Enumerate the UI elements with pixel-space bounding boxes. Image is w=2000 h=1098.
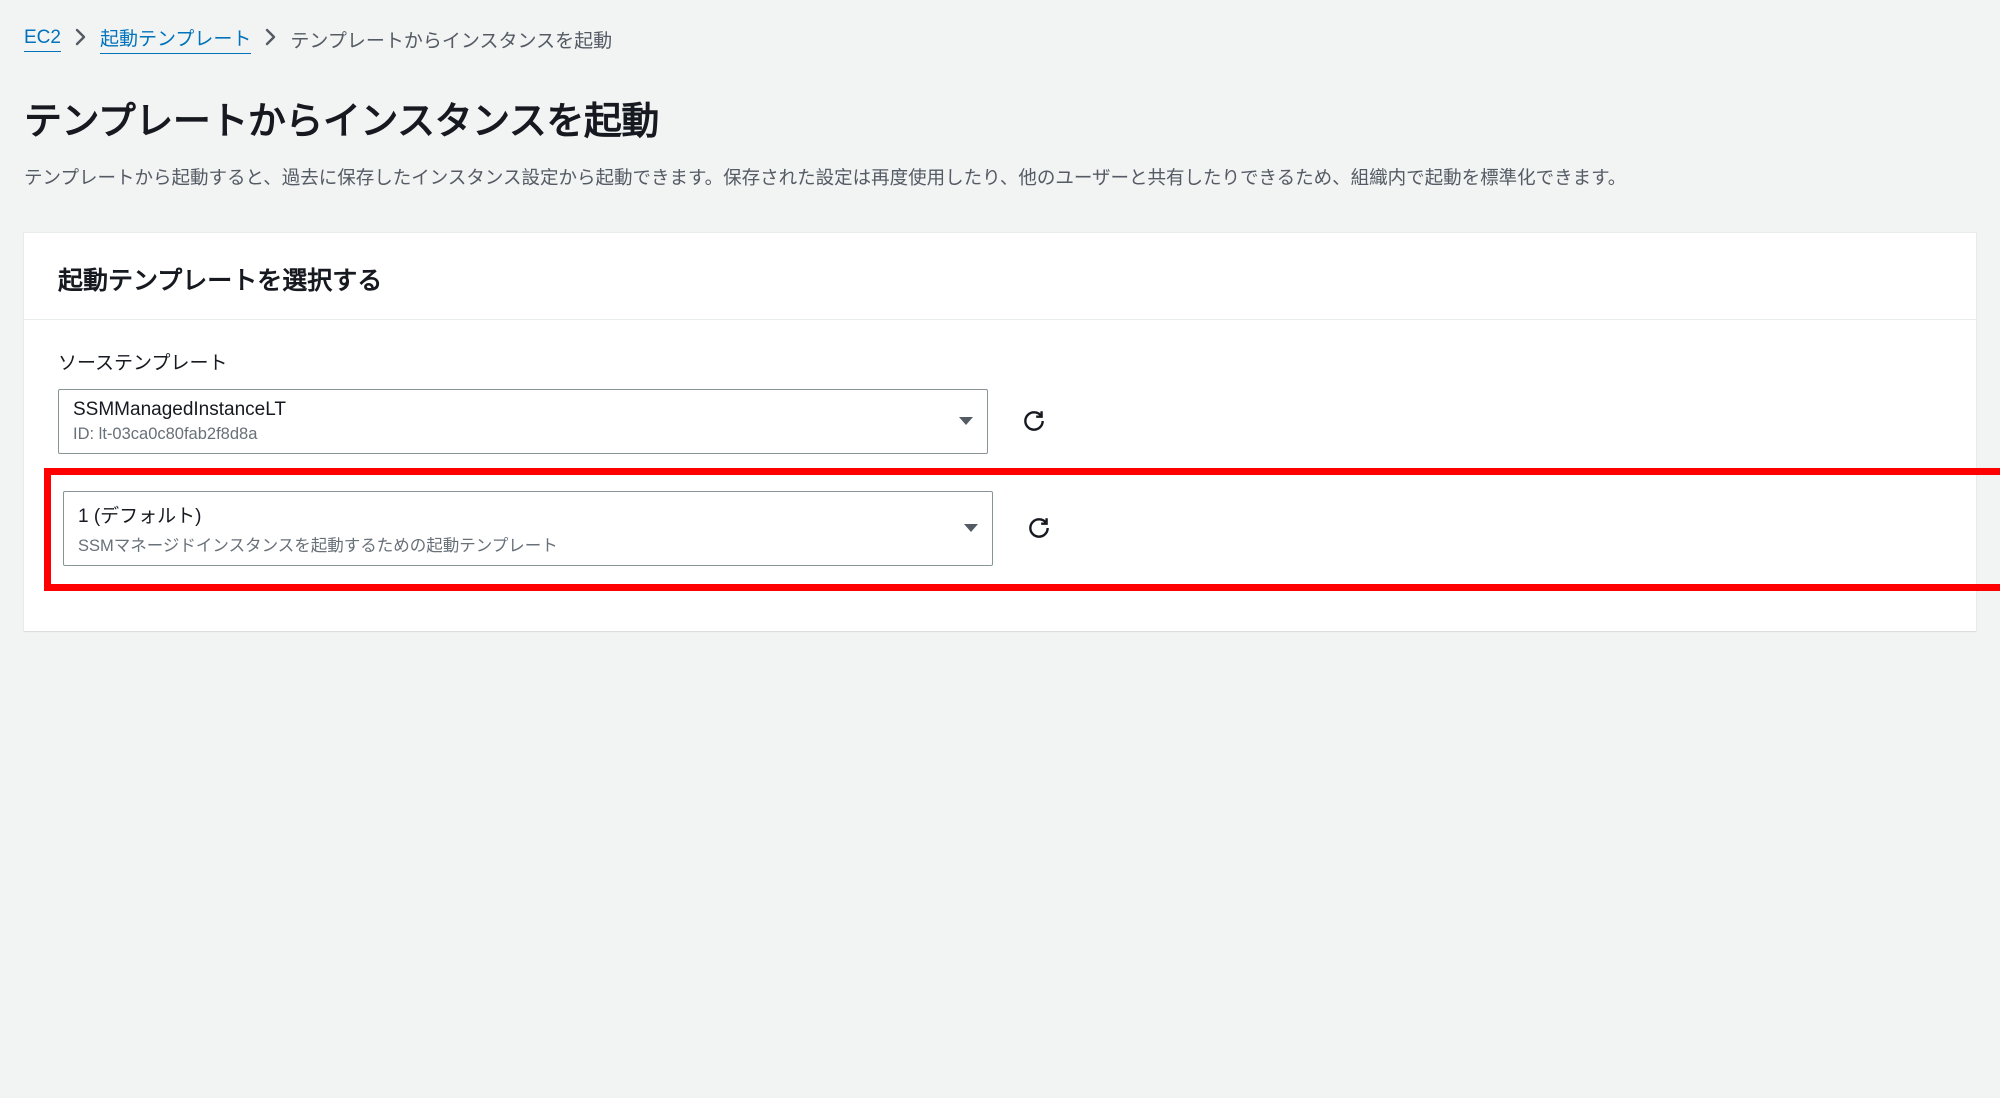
template-select-value: SSMManagedInstanceLT (73, 399, 286, 421)
panel-title: 起動テンプレートを選択する (58, 261, 1942, 297)
breadcrumb-ec2-link[interactable]: EC2 (24, 27, 61, 52)
page-title: テンプレートからインスタンスを起動 (24, 90, 1976, 145)
breadcrumb-templates-link[interactable]: 起動テンプレート (100, 24, 251, 54)
panel-body: ソーステンプレート SSMManagedInstanceLT ID: lt-03… (24, 320, 1976, 631)
select-template-panel: 起動テンプレートを選択する ソーステンプレート SSMManagedInstan… (24, 233, 1976, 631)
refresh-icon (1021, 408, 1047, 434)
version-select-desc: SSMマネージドインスタンスを起動するための起動テンプレート (78, 532, 558, 556)
page-description: テンプレートから起動すると、過去に保存したインスタンス設定から起動できます。保存… (24, 163, 1976, 193)
refresh-version-button[interactable] (1015, 491, 1063, 566)
refresh-template-button[interactable] (1010, 389, 1058, 454)
breadcrumb-current: テンプレートからインスタンスを起動 (290, 26, 612, 53)
chevron-down-icon (964, 524, 978, 532)
version-highlight: 1 (デフォルト) SSMマネージドインスタンスを起動するための起動テンプレート (44, 468, 2000, 591)
source-template-label: ソーステンプレート (58, 348, 1942, 375)
panel-header: 起動テンプレートを選択する (24, 233, 1976, 320)
source-template-select[interactable]: SSMManagedInstanceLT ID: lt-03ca0c80fab2… (58, 389, 988, 454)
chevron-down-icon (959, 417, 973, 425)
chevron-right-icon (265, 28, 276, 51)
refresh-icon (1026, 515, 1052, 541)
version-select-value: 1 (デフォルト) (78, 501, 558, 528)
template-select-row: SSMManagedInstanceLT ID: lt-03ca0c80fab2… (58, 389, 1942, 454)
version-select[interactable]: 1 (デフォルト) SSMマネージドインスタンスを起動するための起動テンプレート (63, 491, 993, 566)
template-select-id: ID: lt-03ca0c80fab2f8d8a (73, 425, 286, 444)
version-select-row: 1 (デフォルト) SSMマネージドインスタンスを起動するための起動テンプレート (63, 491, 2000, 566)
breadcrumb: EC2 起動テンプレート テンプレートからインスタンスを起動 (24, 24, 1976, 54)
chevron-right-icon (75, 28, 86, 51)
